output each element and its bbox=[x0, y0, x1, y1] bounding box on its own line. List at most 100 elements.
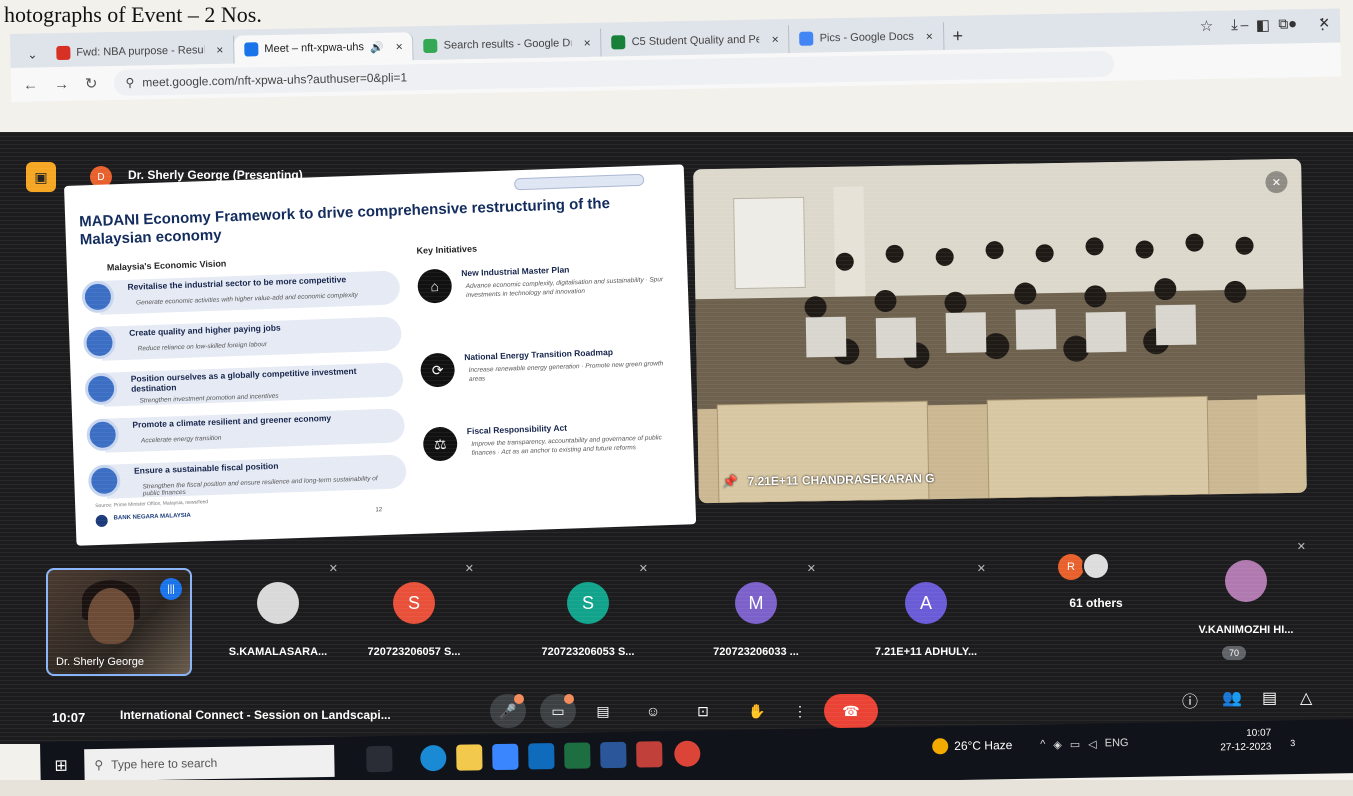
initiative-sub: Increase renewable energy generation · P… bbox=[468, 360, 664, 383]
chat-icon[interactable]: ▤ bbox=[1262, 688, 1277, 708]
participant-tile[interactable]: ✕ A 7.21E+11 ADHULY... bbox=[856, 562, 996, 672]
taskbar-search[interactable]: ⚲ Type here to search bbox=[84, 744, 335, 782]
mic-off-icon: ✕ bbox=[328, 563, 338, 575]
participant-name: V.KANIMOZHI HI... bbox=[1198, 624, 1294, 636]
tray-security-icon[interactable]: ◈ bbox=[1053, 738, 1062, 751]
tab-close-icon[interactable]: × bbox=[216, 43, 223, 57]
vision-sub: Reduce reliance on low-skilled foreign l… bbox=[137, 341, 268, 353]
more-options-icon[interactable]: ⋮ bbox=[790, 694, 810, 728]
people-icon[interactable]: 👥 bbox=[1222, 688, 1242, 708]
weather-widget[interactable]: 26°C Haze bbox=[932, 737, 1012, 755]
photos-icon[interactable] bbox=[636, 741, 663, 768]
forward-icon[interactable]: → bbox=[54, 75, 69, 92]
chrome-icon[interactable] bbox=[674, 740, 701, 767]
tab-close-icon[interactable]: × bbox=[772, 32, 779, 46]
meet-icon bbox=[244, 42, 259, 57]
tab-label: Fwd: NBA purpose - Results bbox=[76, 44, 205, 59]
mic-button[interactable]: 🎤 bbox=[490, 694, 526, 728]
participant-name: 720723206057 S... bbox=[367, 646, 461, 658]
file-explorer-icon[interactable] bbox=[456, 744, 483, 771]
camera-button[interactable]: ▭ bbox=[540, 694, 576, 728]
tab-gmail[interactable]: Fwd: NBA purpose - Results × bbox=[46, 35, 235, 68]
tray-volume-icon[interactable]: ◁ bbox=[1088, 738, 1097, 751]
tab-close-icon[interactable]: × bbox=[584, 36, 591, 50]
back-icon[interactable]: ← bbox=[23, 76, 38, 93]
tab-drive-search[interactable]: Search results - Google Dr × bbox=[413, 28, 602, 61]
presentation-icon[interactable]: ▣ bbox=[26, 162, 56, 192]
participant-tile[interactable]: ✕ S 720723206057 S... bbox=[344, 562, 484, 672]
clock-date: 27-12-2023 bbox=[1220, 741, 1272, 754]
participant-tile[interactable]: ✕ M 720723206033 ... bbox=[686, 562, 826, 672]
windows-start-icon[interactable]: ⊞ bbox=[54, 756, 68, 776]
profile-avatar[interactable]: ● bbox=[1288, 15, 1297, 33]
sheets-icon bbox=[611, 35, 626, 50]
tab-close-icon[interactable]: × bbox=[396, 39, 403, 53]
sidepanel-icon[interactable]: ◧ bbox=[1256, 16, 1271, 34]
tray-network-icon[interactable]: ▭ bbox=[1070, 738, 1081, 751]
taskbar-clock[interactable]: 10:07 27-12-2023 bbox=[1220, 727, 1272, 756]
tab-sheets[interactable]: C5 Student Quality and Per × bbox=[601, 25, 790, 57]
meeting-title: International Connect - Session on Lands… bbox=[120, 708, 391, 722]
excel-icon[interactable] bbox=[564, 742, 591, 769]
vision-sub: Accelerate energy transition bbox=[140, 434, 222, 445]
key-initiatives-heading: Key Initiatives bbox=[416, 243, 478, 256]
leave-call-button[interactable]: ☎ bbox=[824, 694, 878, 728]
captions-button[interactable]: ▤ bbox=[588, 694, 618, 728]
slide-toolbar-chip bbox=[514, 173, 645, 191]
task-view-icon[interactable] bbox=[366, 745, 393, 773]
initiative-title: New Industrial Master Plan bbox=[461, 264, 570, 279]
participant-tile[interactable]: ✕ S.KAMALASARA... bbox=[208, 562, 348, 672]
new-tab-button[interactable]: + bbox=[944, 22, 973, 51]
tab-label: C5 Student Quality and Per bbox=[631, 33, 760, 49]
meet-stage: ▣ D Dr. Sherly George (Presenting) MADAN… bbox=[0, 132, 1353, 744]
tile-name: Dr. Sherly George bbox=[56, 656, 145, 668]
self-video-tile[interactable]: ||| Dr. Sherly George bbox=[46, 568, 192, 676]
participant-avatar bbox=[1225, 560, 1267, 602]
language-indicator[interactable]: ENG bbox=[1105, 737, 1129, 750]
info-icon[interactable]: ⓘ bbox=[1182, 688, 1198, 712]
vision-sub: Generate economic activities with higher… bbox=[136, 291, 358, 307]
initiative-title: National Energy Transition Roadmap bbox=[464, 346, 614, 363]
gavel-icon: ⚖ bbox=[422, 426, 458, 462]
notification-count: 3 bbox=[1290, 738, 1296, 749]
tab-search-icon[interactable]: ⌄ bbox=[18, 41, 46, 68]
pin-icon[interactable]: 📌 bbox=[722, 475, 737, 489]
vision-item: Create quality and higher paying jobs Re… bbox=[82, 312, 404, 365]
url-text: meet.google.com/nft-xpwa-uhs?authuser=0&… bbox=[142, 70, 408, 90]
menu-kebab-icon[interactable]: ⋮ bbox=[1315, 15, 1330, 33]
bookmark-star-icon[interactable]: ☆ bbox=[1200, 17, 1214, 35]
bnm-logo-icon bbox=[95, 514, 108, 528]
store-icon[interactable] bbox=[492, 743, 519, 771]
raise-hand-button[interactable]: ✋ bbox=[742, 694, 772, 728]
tab-label: Pics - Google Docs bbox=[819, 30, 914, 45]
participant-tile-classroom[interactable]: ✕ 📌 7.21E+11 CHANDRASEKARAN G bbox=[693, 158, 1307, 504]
others-avatar-photo bbox=[1082, 552, 1110, 580]
download-icon[interactable]: ⤓ bbox=[1231, 16, 1238, 34]
people-count-badge: 70 bbox=[1222, 646, 1246, 660]
slide-logo-text: BANK NEGARA MALAYSIA bbox=[113, 512, 191, 522]
others-tile[interactable]: R 61 others bbox=[1036, 548, 1156, 658]
participant-tile[interactable]: ✕ S 720723206053 S... bbox=[518, 562, 658, 672]
participant-tile[interactable]: ✕ V.KANIMOZHI HI... bbox=[1176, 540, 1316, 650]
climate-icon bbox=[86, 418, 120, 452]
present-button[interactable]: ⊡ bbox=[688, 694, 718, 728]
tray-chevron-icon[interactable]: ^ bbox=[1040, 738, 1045, 751]
edge-icon[interactable] bbox=[420, 744, 447, 772]
mic-off-icon: ✕ bbox=[976, 563, 986, 575]
participant-avatar: M bbox=[735, 582, 777, 624]
reload-icon[interactable]: ↻ bbox=[85, 74, 98, 92]
word-icon[interactable] bbox=[600, 741, 627, 769]
tab-docs[interactable]: Pics - Google Docs × bbox=[789, 22, 945, 54]
docs-icon bbox=[799, 31, 814, 46]
tab-close-icon[interactable]: × bbox=[926, 29, 933, 43]
jobs-icon bbox=[82, 326, 117, 360]
emoji-button[interactable]: ☺ bbox=[638, 694, 668, 728]
tab-label: Meet – nft-xpwa-uhs bbox=[264, 41, 365, 56]
site-info-icon[interactable]: ⚲ bbox=[125, 76, 134, 90]
activities-icon[interactable]: △ bbox=[1300, 688, 1312, 708]
notification-center-icon[interactable]: 3 bbox=[1290, 734, 1295, 749]
participant-avatar bbox=[257, 582, 299, 624]
mail-icon[interactable] bbox=[528, 743, 555, 770]
self-video-face bbox=[88, 588, 134, 644]
tab-meet[interactable]: Meet – nft-xpwa-uhs 🔊 × bbox=[234, 32, 414, 64]
